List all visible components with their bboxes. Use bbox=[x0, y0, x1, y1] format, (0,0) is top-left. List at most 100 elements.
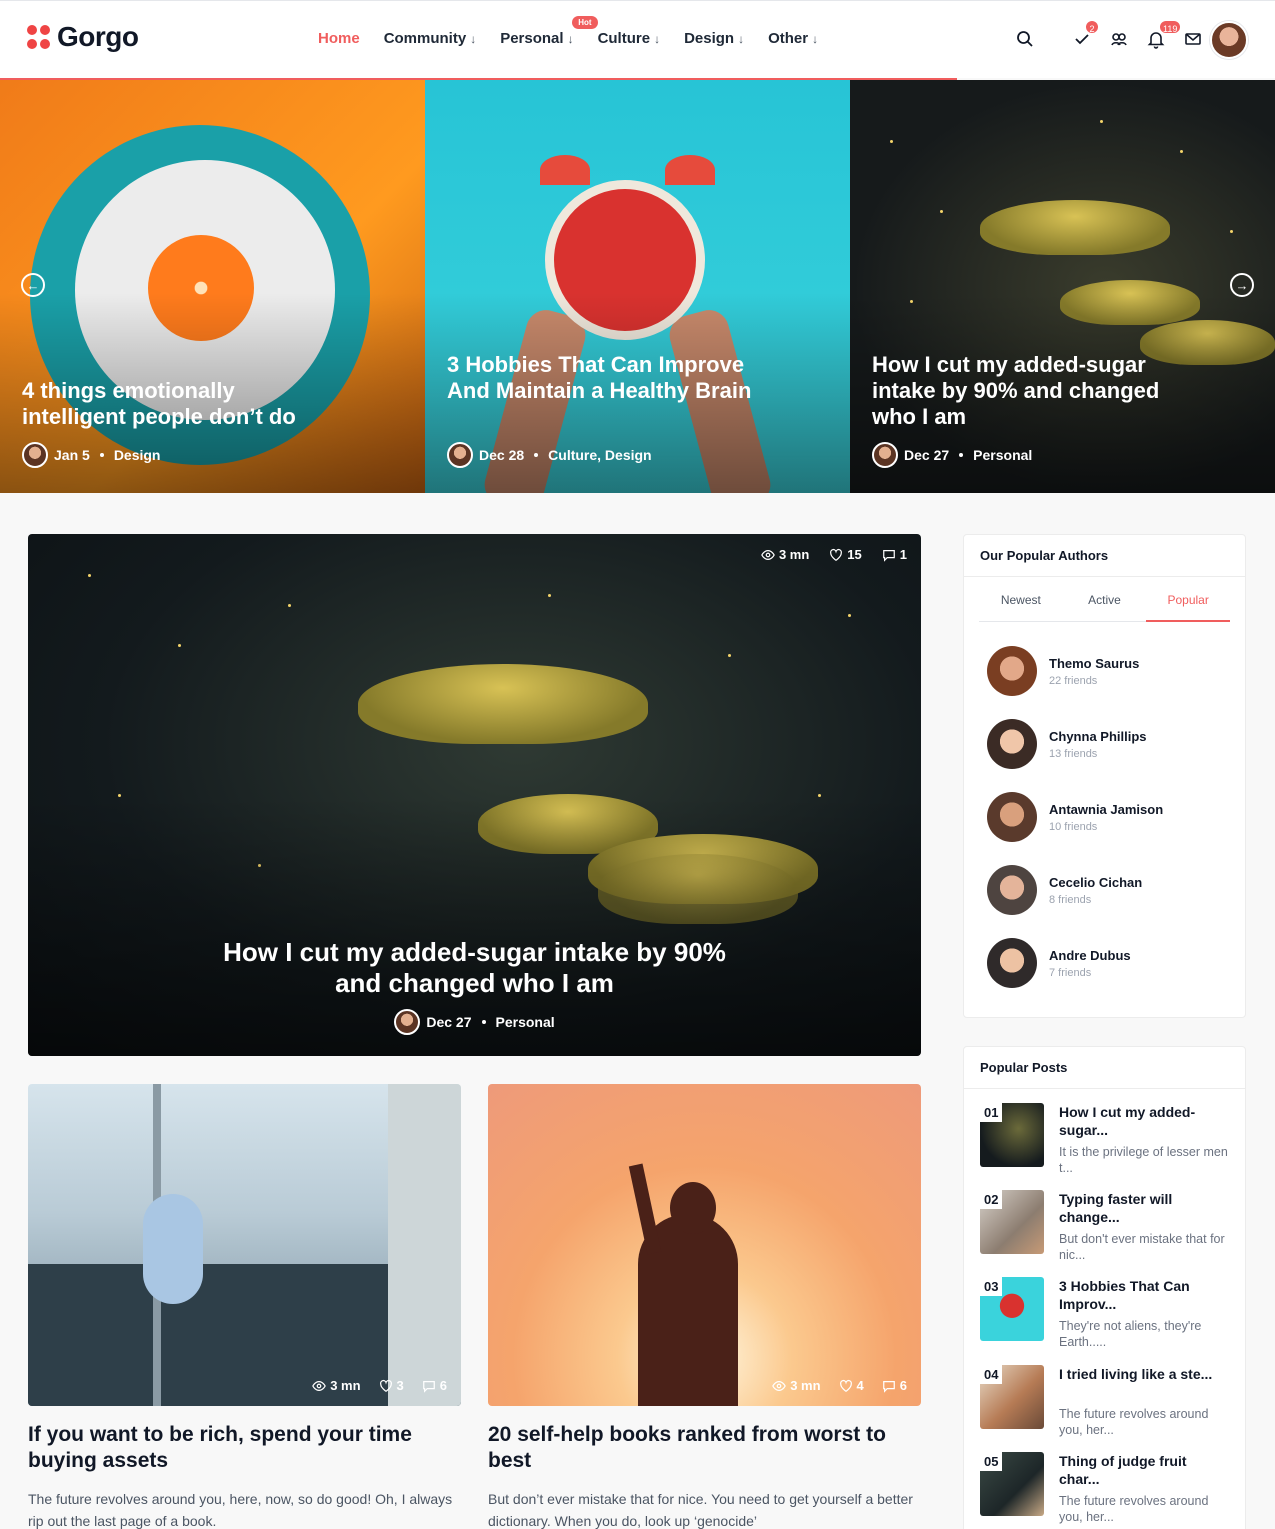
author-avatar[interactable] bbox=[987, 719, 1037, 769]
author-name[interactable]: Antawnia Jamison bbox=[1049, 802, 1163, 817]
author-item[interactable]: Andre Dubus 7 friends bbox=[987, 938, 1131, 988]
nav-other[interactable]: Other ↓ bbox=[768, 30, 818, 47]
popular-post-item[interactable]: 02 Typing faster will change... But don'… bbox=[980, 1190, 1235, 1262]
author-name[interactable]: Chynna Phillips bbox=[1049, 729, 1147, 744]
author-item[interactable]: Themo Saurus 22 friends bbox=[987, 646, 1139, 696]
post-card[interactable]: 3 mn 3 6 If you want to be rich, spend y… bbox=[28, 1084, 461, 1529]
post-category[interactable]: Personal bbox=[973, 447, 1032, 463]
post-category[interactable]: Personal bbox=[496, 1014, 555, 1030]
users-icon[interactable] bbox=[1109, 29, 1131, 51]
author-avatar[interactable] bbox=[872, 442, 898, 468]
author-friends: 8 friends bbox=[1049, 893, 1092, 906]
hero-slide-3[interactable]: How I cut my added-sugar intake by 90% a… bbox=[850, 80, 1275, 493]
author-avatar[interactable] bbox=[394, 1009, 421, 1035]
logo-icon bbox=[27, 25, 51, 49]
authors-tabs: Newest Active Popular bbox=[979, 593, 1231, 622]
arrow-right-icon[interactable]: → bbox=[1230, 273, 1254, 297]
author-name[interactable]: Andre Dubus bbox=[1049, 948, 1131, 963]
nav-community[interactable]: Community ↓ bbox=[384, 30, 477, 47]
nav-community-label: Community bbox=[383, 30, 467, 47]
post-title[interactable]: Thing of judge fruit char... bbox=[1059, 1452, 1229, 1488]
logo[interactable]: Gorgo bbox=[27, 21, 139, 53]
author-avatar[interactable] bbox=[22, 442, 48, 468]
post-rank: 01 bbox=[980, 1103, 1003, 1122]
author-friends: 7 friends bbox=[1049, 966, 1092, 979]
author-item[interactable]: Antawnia Jamison 10 friends bbox=[987, 792, 1163, 842]
arrow-left-icon[interactable]: ← bbox=[21, 273, 45, 297]
featured-meta: Dec 27 Personal bbox=[28, 1009, 921, 1035]
post-title[interactable]: If you want to be rich, spend your time … bbox=[28, 1422, 461, 1474]
tab-popular[interactable]: Popular bbox=[1146, 593, 1231, 622]
author-name[interactable]: Themo Saurus bbox=[1049, 656, 1139, 671]
likes-value: 3 bbox=[396, 1378, 404, 1393]
post-image[interactable]: 3 mn 3 6 bbox=[28, 1084, 461, 1406]
user-avatar[interactable] bbox=[1210, 21, 1248, 59]
comments[interactable]: 1 bbox=[882, 547, 907, 562]
post-date: Dec 27 bbox=[904, 447, 950, 463]
clock-bell-left bbox=[540, 155, 590, 185]
header-actions: 2 119 bbox=[1015, 19, 1220, 51]
featured-post[interactable]: 3 mn 15 1 How I cut my added-sugar intak… bbox=[28, 534, 921, 1056]
comment-icon bbox=[882, 1380, 895, 1393]
heart-icon bbox=[830, 548, 843, 561]
silhouette-head bbox=[670, 1182, 716, 1234]
nav-design-label: Design bbox=[684, 30, 735, 47]
read-time: 3 mn bbox=[772, 1378, 821, 1393]
nav-other-label: Other bbox=[768, 30, 809, 47]
featured-title[interactable]: How I cut my added-sugar intake by 90% a… bbox=[28, 937, 921, 999]
mail-icon[interactable] bbox=[1183, 29, 1205, 51]
post-title[interactable]: 20 self-help books ranked from worst to … bbox=[488, 1422, 921, 1474]
nav-home[interactable]: Home bbox=[318, 30, 360, 47]
likes[interactable]: 3 bbox=[379, 1378, 404, 1393]
author-item[interactable]: Chynna Phillips 13 friends bbox=[987, 719, 1147, 769]
featured-stats: 3 mn 15 1 bbox=[761, 547, 907, 562]
main-nav: Home Community ↓ Personal ↓ Hot Culture ↓ De… bbox=[318, 16, 842, 47]
popular-post-item[interactable]: 04 I tried living like a ste... The futu… bbox=[980, 1365, 1235, 1437]
author-avatar[interactable] bbox=[987, 865, 1037, 915]
author-item[interactable]: Cecelio Cichan 8 friends bbox=[987, 865, 1142, 915]
post-image[interactable]: 3 mn 4 6 bbox=[488, 1084, 921, 1406]
tab-active[interactable]: Active bbox=[1063, 593, 1147, 621]
author-avatar[interactable] bbox=[987, 792, 1037, 842]
post-title[interactable]: I tried living like a ste... bbox=[1059, 1365, 1229, 1383]
hero-slide-meta: Dec 28 Culture, Design bbox=[447, 442, 652, 468]
hero-slide-title[interactable]: How I cut my added-sugar intake by 90% a… bbox=[872, 352, 1202, 430]
nav-personal[interactable]: Personal ↓ Hot bbox=[500, 16, 598, 47]
eye-icon bbox=[761, 549, 775, 560]
search-icon[interactable] bbox=[1015, 29, 1037, 51]
likes[interactable]: 4 bbox=[839, 1378, 864, 1393]
nav-culture[interactable]: Culture ↓ bbox=[598, 30, 661, 47]
author-name[interactable]: Cecelio Cichan bbox=[1049, 875, 1142, 890]
author-avatar[interactable] bbox=[987, 938, 1037, 988]
check-icon[interactable]: 2 bbox=[1072, 19, 1100, 51]
author-avatar[interactable] bbox=[987, 646, 1037, 696]
comments[interactable]: 6 bbox=[422, 1378, 447, 1393]
hero-slide-title[interactable]: 4 things emotionally intelligent people … bbox=[22, 378, 342, 430]
silhouette-arm bbox=[628, 1163, 662, 1255]
sparkle bbox=[940, 210, 943, 213]
bell-icon[interactable]: 119 bbox=[1146, 19, 1183, 51]
popular-post-item[interactable]: 05 Thing of judge fruit char... The futu… bbox=[980, 1452, 1235, 1524]
author-avatar[interactable] bbox=[447, 442, 473, 468]
popular-post-item[interactable]: 01 How I cut my added-sugar... It is the… bbox=[980, 1103, 1235, 1175]
notifications-badge: 119 bbox=[1158, 19, 1183, 35]
tab-newest[interactable]: Newest bbox=[979, 593, 1063, 621]
hero-slide-title[interactable]: 3 Hobbies That Can Improve And Maintain … bbox=[447, 352, 777, 404]
post-rank: 04 bbox=[980, 1365, 1003, 1384]
hero-slide-2[interactable]: 3 Hobbies That Can Improve And Maintain … bbox=[425, 80, 850, 493]
post-excerpt: The future revolves around you, her... bbox=[1059, 1494, 1209, 1524]
popular-post-item[interactable]: 03 3 Hobbies That Can Improv... They're … bbox=[980, 1277, 1235, 1349]
comments[interactable]: 6 bbox=[882, 1378, 907, 1393]
post-category[interactable]: Design bbox=[114, 447, 161, 463]
likes[interactable]: 15 bbox=[829, 547, 862, 562]
post-category[interactable]: Culture, Design bbox=[548, 447, 651, 463]
nav-personal-label: Personal bbox=[500, 30, 564, 47]
hero-slide-1[interactable]: 4 things emotionally intelligent people … bbox=[0, 80, 425, 493]
nav-design[interactable]: Design ↓ bbox=[684, 30, 744, 47]
sparkle bbox=[88, 574, 91, 577]
post-title[interactable]: Typing faster will change... bbox=[1059, 1190, 1229, 1226]
post-title[interactable]: 3 Hobbies That Can Improv... bbox=[1059, 1277, 1229, 1313]
card-stats: 3 mn 4 6 bbox=[772, 1378, 907, 1393]
post-title[interactable]: How I cut my added-sugar... bbox=[1059, 1103, 1229, 1139]
post-card[interactable]: 3 mn 4 6 20 self-help books ranked from … bbox=[488, 1084, 921, 1529]
